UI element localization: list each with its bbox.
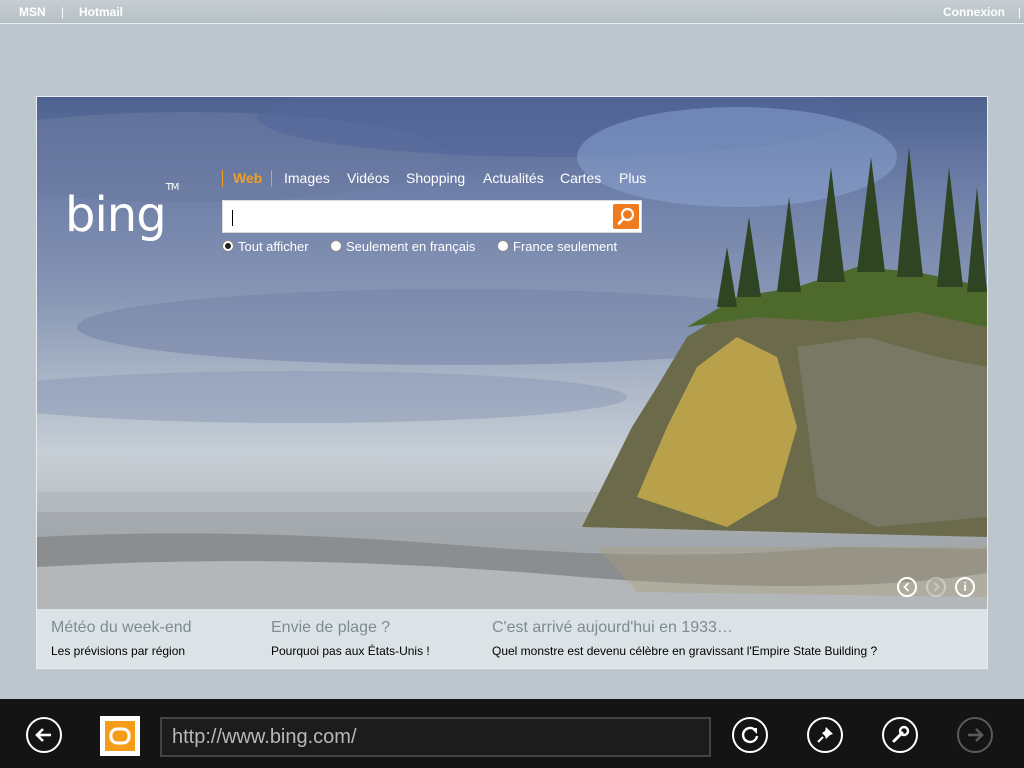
news-item[interactable]: C'est arrivé aujourd'hui en 1933… Quel m…: [492, 619, 877, 658]
radio-label: Seulement en français: [346, 239, 476, 254]
news-subtitle[interactable]: Pourquoi pas aux États-Unis !: [271, 644, 430, 658]
nav-shopping[interactable]: Shopping: [406, 170, 465, 186]
search-input[interactable]: [222, 200, 642, 233]
news-item[interactable]: Météo du week-end Les prévisions par rég…: [51, 619, 192, 658]
nav-videos[interactable]: Vidéos: [347, 170, 390, 186]
bing-b-icon: [109, 727, 131, 745]
news-subtitle[interactable]: Les prévisions par région: [51, 644, 192, 658]
msn-link[interactable]: MSN: [19, 5, 46, 19]
news-heading[interactable]: C'est arrivé aujourd'hui en 1933…: [492, 619, 877, 637]
radio-label: Tout afficher: [238, 239, 309, 254]
news-item[interactable]: Envie de plage ? Pourquoi pas aux États-…: [271, 619, 430, 658]
radio-unselected-icon: [497, 240, 509, 252]
news-heading[interactable]: Météo du week-end: [51, 619, 192, 637]
text-caret: [232, 210, 233, 226]
connexion-link[interactable]: Connexion: [943, 5, 1005, 19]
info-icon: i: [963, 580, 967, 594]
next-image-button[interactable]: [926, 577, 946, 597]
magnifier-icon: [617, 207, 635, 225]
nav-web[interactable]: Web: [233, 170, 262, 186]
bing-favicon-icon: [105, 721, 135, 751]
refresh-button[interactable]: [732, 717, 768, 753]
browser-app-bar: http://www.bing.com/: [0, 699, 1024, 768]
logo-trademark: TM: [165, 182, 180, 193]
logo-text: bing: [65, 187, 167, 243]
radio-unselected-icon: [330, 240, 342, 252]
forward-arrow-icon: [968, 728, 984, 742]
address-bar[interactable]: http://www.bing.com/: [160, 717, 711, 757]
radio-label: France seulement: [513, 239, 618, 254]
image-info-button[interactable]: i: [955, 577, 975, 597]
nav-divider: [222, 170, 223, 187]
page-tools-button[interactable]: [882, 717, 918, 753]
pin-icon: [817, 727, 833, 743]
back-arrow-icon: [35, 728, 51, 742]
chevron-right-icon: [933, 582, 940, 592]
search-button[interactable]: [613, 204, 639, 229]
forward-button[interactable]: [957, 717, 993, 753]
back-button[interactable]: [26, 717, 62, 753]
news-subtitle[interactable]: Quel monstre est devenu célèbre en gravi…: [492, 644, 877, 658]
bing-logo: bingTM: [65, 182, 179, 243]
hotmail-link[interactable]: Hotmail: [79, 5, 123, 19]
radio-selected-icon: [222, 240, 234, 252]
nav-cartes[interactable]: Cartes: [560, 170, 601, 186]
previous-image-button[interactable]: [897, 577, 917, 597]
nav-plus[interactable]: Plus: [619, 170, 646, 186]
nav-divider: [271, 170, 272, 187]
hero-background-image: bingTM Web Images Vidéos Shopping Actual…: [37, 97, 987, 609]
pin-site-button[interactable]: [807, 717, 843, 753]
news-heading[interactable]: Envie de plage ?: [271, 619, 430, 637]
chevron-left-icon: [903, 582, 910, 592]
separator: |: [61, 5, 65, 19]
top-bar: MSN | Hotmail Connexion |: [0, 0, 1024, 24]
separator: |: [1017, 5, 1021, 19]
site-favicon[interactable]: [100, 716, 140, 756]
bing-homepage-panel: bingTM Web Images Vidéos Shopping Actual…: [36, 96, 988, 669]
nav-actualites[interactable]: Actualités: [483, 170, 544, 186]
refresh-icon: [741, 726, 759, 744]
nav-images[interactable]: Images: [284, 170, 330, 186]
wrench-icon: [892, 725, 910, 743]
